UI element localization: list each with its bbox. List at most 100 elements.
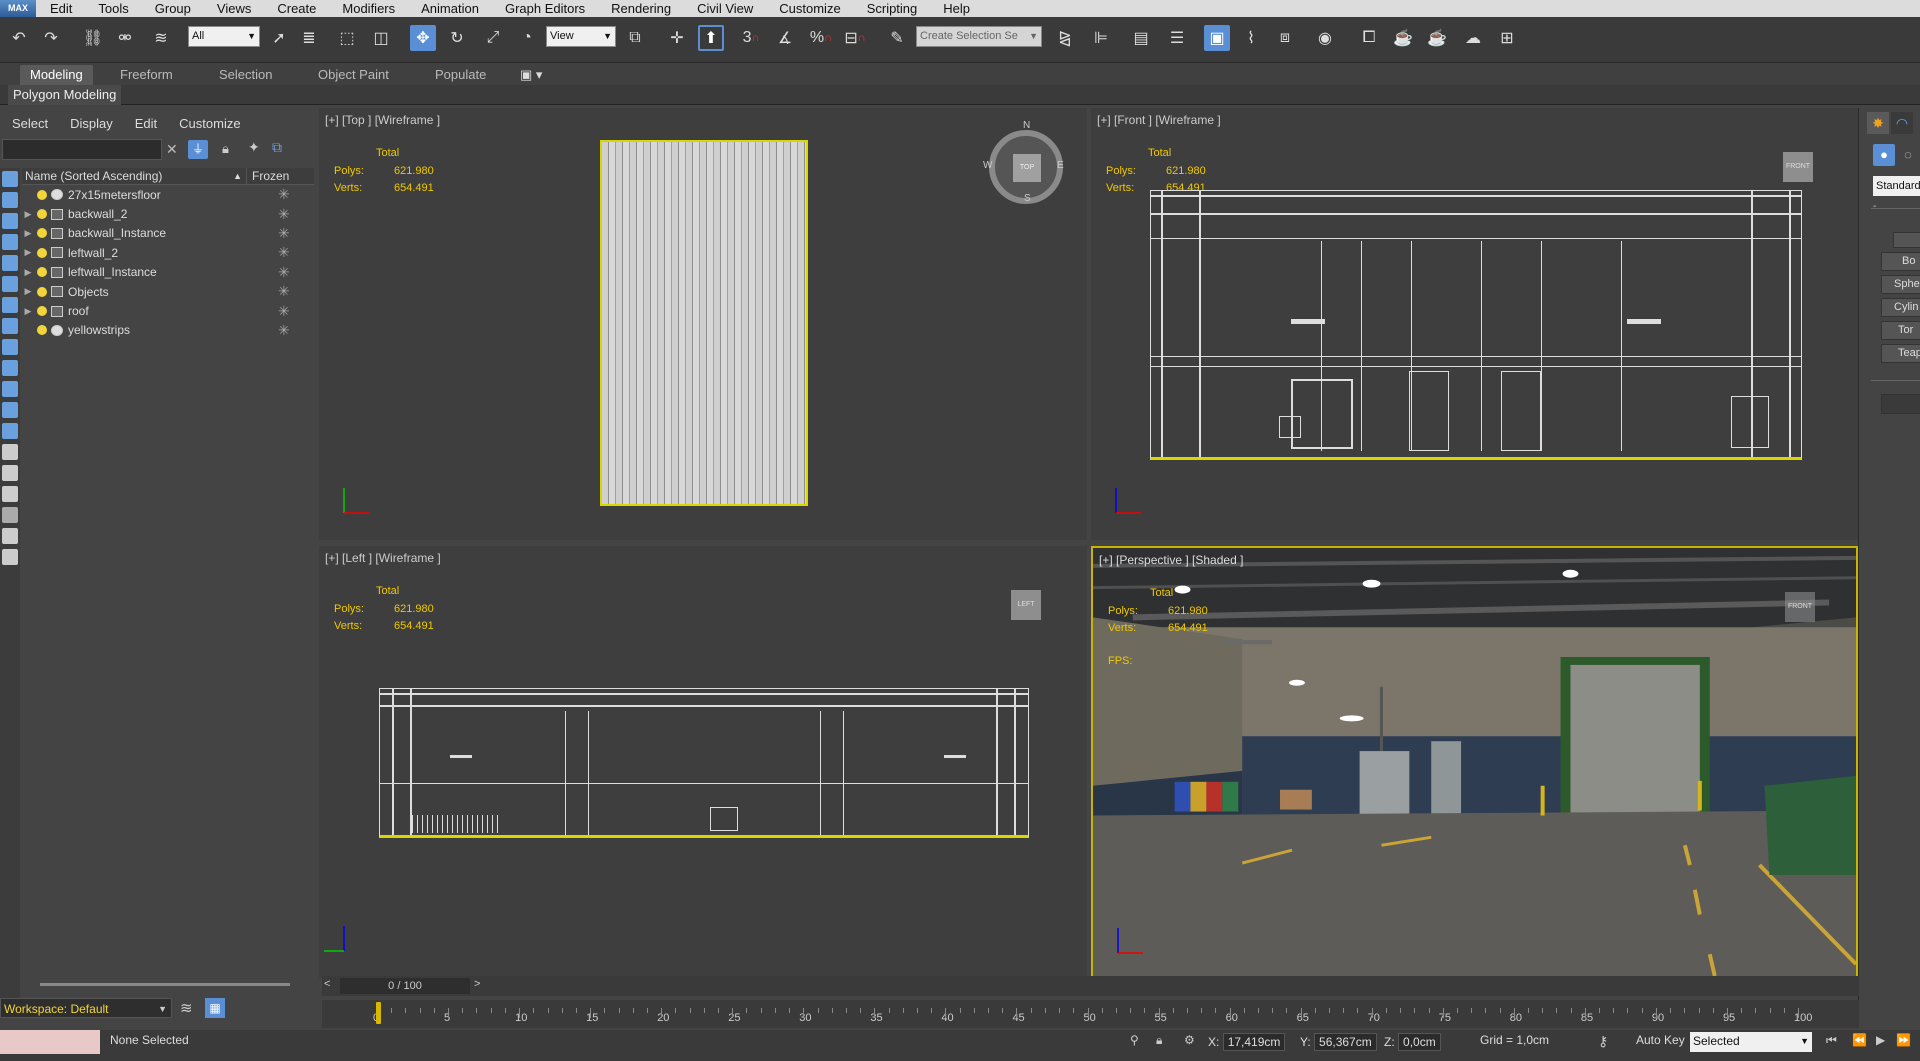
tab-modeling[interactable]: Modeling (20, 65, 93, 85)
display-xrefs-icon[interactable] (2, 318, 18, 334)
absolute-mode-icon[interactable]: ⚙ (1184, 1033, 1195, 1047)
play-icon[interactable]: ▶ (1876, 1033, 1885, 1047)
tab-populate[interactable]: Populate (435, 65, 486, 85)
viewport-perspective[interactable]: [+] [Perspective ] [Shaded ] Total Polys… (1091, 546, 1858, 978)
render-production-icon[interactable]: ☕ (1424, 25, 1450, 51)
time-prev-icon[interactable]: < (324, 978, 330, 990)
rendered-frame-window-icon[interactable]: ☕ (1390, 25, 1416, 51)
sort-icon[interactable] (2, 486, 18, 502)
frozen-toggle-icon[interactable]: ✳ (278, 264, 290, 281)
manipulate-icon[interactable]: ✛ (664, 25, 690, 51)
goto-start-icon[interactable]: ⏮ (1826, 1033, 1837, 1048)
list-item[interactable]: ▶ leftwall_Instance ✳ (22, 263, 314, 282)
mirror-icon[interactable]: ⧎ (1052, 25, 1078, 51)
viewcube-compass-top[interactable]: TOP N S W E (983, 120, 1064, 204)
clear-search-icon[interactable]: ✕ (166, 141, 178, 158)
visibility-bulb-icon[interactable] (37, 209, 47, 220)
expand-icon[interactable]: ▶ (22, 286, 34, 297)
maxscript-listener[interactable] (0, 1030, 100, 1054)
select-object-icon[interactable]: ➚ (266, 25, 292, 51)
tab-freeform[interactable]: Freeform (120, 65, 173, 85)
viewport-top[interactable]: [+] [Top ] [Wireframe ] Total Polys: 621.… (319, 108, 1087, 540)
front-wireframe-mesh[interactable] (1150, 190, 1802, 460)
frozen-toggle-icon[interactable]: ✳ (278, 186, 290, 203)
selection-lock-icon[interactable]: 🔒︎ (1156, 1033, 1162, 1048)
create-sphere-button[interactable]: Sphe (1881, 275, 1920, 294)
pivot-center-icon[interactable]: ⧉ (622, 25, 648, 51)
create-torus-button[interactable]: Tor (1881, 321, 1920, 340)
lock-icon[interactable]: 🔒︎ (222, 141, 229, 157)
menu-animation[interactable]: Animation (421, 1, 479, 16)
auto-key-button[interactable]: Auto Key (1636, 1033, 1685, 1047)
create-box-button[interactable]: Bo (1881, 252, 1920, 271)
display-cameras-icon[interactable] (2, 234, 18, 250)
viewcube-left[interactable]: LEFT (1011, 590, 1041, 620)
visibility-bulb-icon[interactable] (37, 306, 47, 317)
toggle-scene-explorer-icon[interactable]: ▤ (1128, 25, 1154, 51)
display-helpers-icon[interactable] (2, 255, 18, 271)
snaps-toggle-icon[interactable]: 3 ∩ (738, 25, 764, 51)
display-frozen-icon[interactable] (2, 381, 18, 397)
bind-space-warp-icon[interactable]: ≋ (148, 25, 174, 51)
frozen-toggle-icon[interactable]: ✳ (278, 206, 290, 223)
menu-rendering[interactable]: Rendering (611, 1, 671, 16)
named-selection-set-dropdown[interactable]: Create Selection Se ▼ (916, 26, 1042, 47)
columns-icon[interactable] (2, 528, 18, 544)
expand-icon[interactable]: ▶ (22, 228, 34, 239)
menu-create[interactable]: Create (277, 1, 316, 16)
create-tab-icon[interactable]: ✸ (1867, 112, 1889, 134)
previous-frame-icon[interactable]: ⏪ (1852, 1033, 1867, 1047)
viewcube-perspective[interactable]: FRONT (1785, 592, 1815, 622)
display-shapes-icon[interactable] (2, 192, 18, 208)
ribbon-options-icon[interactable]: ▣ ▾ (520, 65, 542, 85)
scene-menu-customize[interactable]: Customize (179, 116, 240, 131)
display-all-icon[interactable] (2, 423, 18, 439)
list-item[interactable]: yellowstrips ✳ (22, 321, 314, 340)
display-hidden-icon[interactable] (2, 402, 18, 418)
viewport-label-left[interactable]: [+] [Left ] [Wireframe ] (325, 551, 441, 565)
workspace-dropdown[interactable]: Workspace: Default ▼ (0, 998, 172, 1018)
visibility-bulb-icon[interactable] (37, 247, 47, 258)
reference-coordinate-dropdown[interactable]: View ▼ (546, 26, 616, 47)
selection-region-icon[interactable]: ⬚ (334, 25, 360, 51)
select-and-scale-icon[interactable]: ⤢ (480, 25, 506, 51)
pin-icon[interactable]: ⚲ (1130, 1033, 1139, 1047)
select-and-rotate-icon[interactable]: ↻ (444, 25, 470, 51)
align-icon[interactable]: ⊫ (1088, 25, 1114, 51)
list-item[interactable]: ▶ backwall_Instance ✳ (22, 224, 314, 243)
shapes-icon[interactable]: ◌ (1897, 144, 1919, 166)
viewport-label-top[interactable]: [+] [Top ] [Wireframe ] (325, 113, 440, 127)
viewport-left[interactable]: [+] [Left ] [Wireframe ] Total Polys: 621… (319, 546, 1087, 978)
viewcube-front[interactable]: FRONT (1783, 152, 1813, 182)
menu-graph-editors[interactable]: Graph Editors (505, 1, 585, 16)
redo-icon[interactable]: ↷ (38, 25, 64, 51)
window-crossing-icon[interactable]: ◫ (368, 25, 394, 51)
viewport-label-perspective[interactable]: [+] [Perspective ] [Shaded ] (1099, 553, 1243, 567)
expand-icon[interactable]: ▶ (22, 247, 34, 258)
scene-search-input[interactable] (2, 139, 162, 160)
layer-explorer-icon[interactable]: ☰ (1164, 25, 1190, 51)
unlink-icon[interactable]: ⚮ (112, 25, 138, 51)
list-item[interactable]: ▶ Objects ✳ (22, 282, 314, 301)
time-cursor[interactable] (376, 1002, 381, 1024)
select-and-place-icon[interactable]: ◔ (514, 25, 540, 51)
display-containers-icon[interactable] (2, 360, 18, 376)
column-name-header[interactable]: Name (Sorted Ascending) ▲ (22, 168, 247, 184)
set-key-icon[interactable]: ⚷ (1598, 1033, 1608, 1050)
display-none-icon[interactable] (2, 444, 18, 460)
visibility-bulb-icon[interactable] (37, 267, 47, 278)
render-in-cloud-icon[interactable]: ☁ (1460, 25, 1486, 51)
scene-menu-edit[interactable]: Edit (135, 116, 157, 131)
visibility-bulb-icon[interactable] (37, 228, 47, 239)
menu-customize[interactable]: Customize (779, 1, 840, 16)
create-cylinder-button[interactable]: Cylin (1881, 298, 1920, 317)
selection-filter-dropdown[interactable]: All ▼ (188, 26, 260, 47)
add-layer-icon[interactable]: ✦ (248, 139, 260, 156)
select-and-move-icon[interactable]: ✥ (410, 25, 436, 51)
layer-icon[interactable] (2, 549, 18, 565)
tab-selection[interactable]: Selection (219, 65, 272, 85)
toggle-ribbon-icon[interactable]: ▣ (1204, 25, 1230, 51)
autogrid-checkbox[interactable] (1893, 232, 1920, 248)
menu-tools[interactable]: Tools (98, 1, 128, 16)
list-item[interactable]: ▶ roof ✳ (22, 301, 314, 320)
